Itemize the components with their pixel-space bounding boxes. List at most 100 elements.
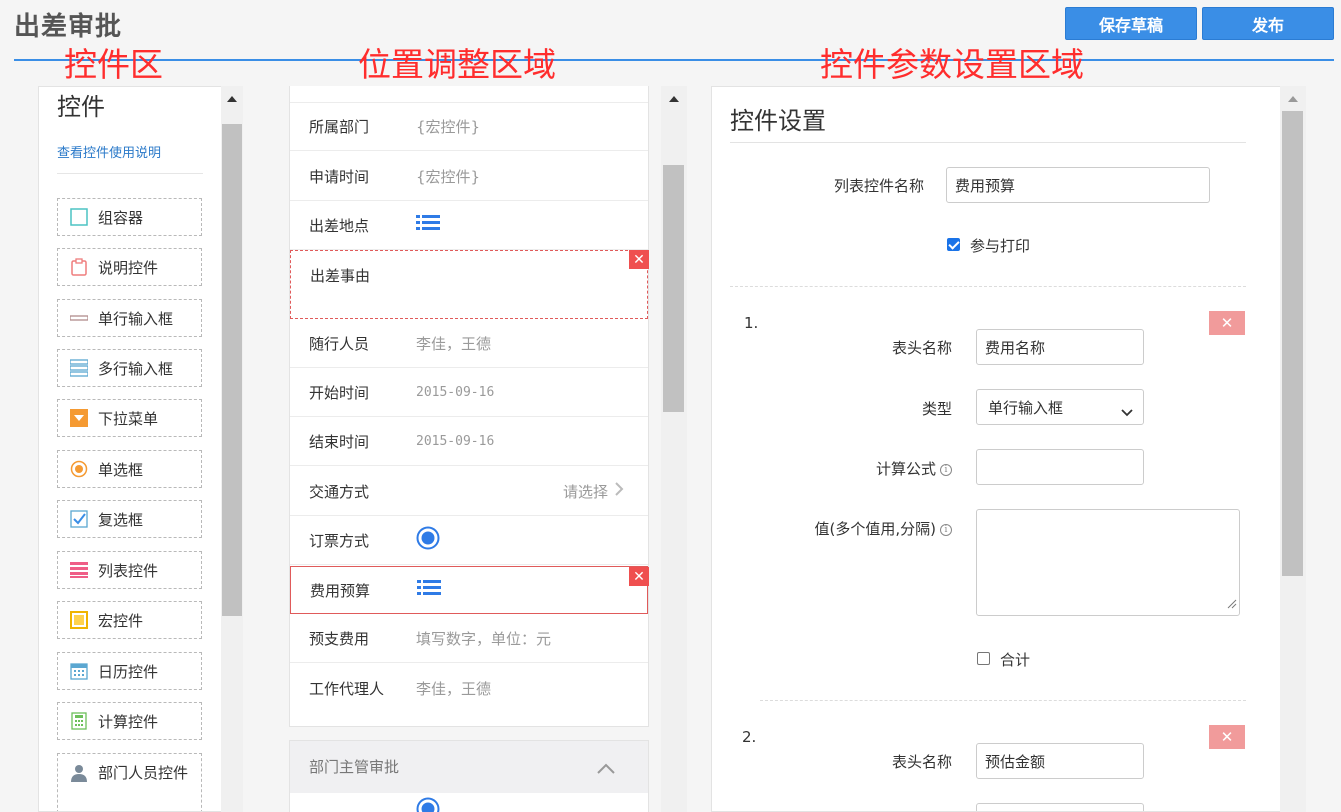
form-row-label: 结束时间 (309, 432, 370, 451)
type-select-value: 单行输入框 (988, 398, 1064, 417)
form-row-label: 出差事由 (310, 267, 371, 285)
form-row-booking[interactable]: 订票方式 (290, 516, 648, 565)
control-item-label: 复选框 (98, 510, 144, 529)
resize-handle-icon[interactable] (1227, 594, 1237, 613)
control-item-department-personnel[interactable]: 部门人员控件 (57, 753, 202, 811)
delete-budget-close-icon[interactable]: ✕ (629, 567, 649, 586)
person-icon (70, 764, 88, 782)
controls-scroll-thumb[interactable] (222, 124, 242, 616)
section-first-row (290, 793, 648, 812)
scroll-up-arrow-icon[interactable] (669, 96, 679, 102)
form-row-companions[interactable]: 随行人员 李佳，王德 (290, 319, 648, 368)
control-item-label: 单选框 (98, 460, 144, 479)
type-label: 类型 (921, 400, 952, 418)
control-item-label: 组容器 (98, 208, 144, 227)
form-row-budget[interactable]: 费用预算 (290, 566, 648, 614)
dropdown-icon (70, 409, 88, 427)
delete-column-close-icon[interactable]: ✕ (1209, 725, 1245, 749)
publish-button[interactable]: 发布 (1202, 7, 1334, 40)
column-separator (760, 700, 1246, 701)
control-item-radio[interactable]: 单选框 (57, 450, 202, 488)
form-row-advance[interactable]: 预支费用 填写数字，单位：元 (290, 614, 648, 663)
list-icon (417, 578, 441, 602)
form-row-label: 出差地点 (309, 216, 370, 235)
form-row-label: 订票方式 (309, 531, 370, 550)
scroll-up-arrow-icon[interactable] (227, 96, 237, 102)
form-row-label: 开始时间 (309, 383, 370, 402)
control-item-label: 宏控件 (98, 611, 144, 630)
radio-icon (416, 797, 440, 812)
list-name-input[interactable]: 费用预算 (946, 167, 1210, 203)
formula-input[interactable] (976, 449, 1144, 485)
save-draft-button[interactable]: 保存草稿 (1065, 7, 1197, 40)
form-layout-panel: 所属部门 {宏控件} 申请时间 {宏控件} 出差地点 出差事由 随行人员 李佳，… (270, 86, 687, 812)
control-item-list[interactable]: 列表控件 (57, 551, 202, 589)
control-item-multi-line-input[interactable]: 多行输入框 (57, 349, 202, 387)
control-item-calculator[interactable]: 计算控件 (57, 702, 202, 740)
calculator-icon (70, 712, 88, 730)
form-row-apply-time[interactable]: 申请时间 {宏控件} (290, 152, 648, 201)
region-label-position: 位置调整区域 (358, 45, 556, 84)
type-select[interactable]: 单行输入框 (976, 389, 1144, 425)
control-item-dropdown[interactable]: 下拉菜单 (57, 399, 202, 437)
chevron-up-icon[interactable] (596, 760, 616, 779)
form-row-value: {宏控件} (416, 118, 481, 136)
control-item-macro[interactable]: 宏控件 (57, 601, 202, 639)
header-name-label: 表头名称 (891, 339, 952, 357)
delete-reason-close-icon[interactable]: ✕ (629, 250, 649, 269)
calendar-icon (70, 662, 88, 680)
control-item-container[interactable]: 组容器 (57, 198, 202, 236)
settings-scroll-thumb[interactable] (1282, 111, 1303, 576)
form-row-start-time[interactable]: 开始时间 2015-09-16 (290, 368, 648, 417)
info-icon[interactable]: i (940, 523, 952, 536)
control-item-checkbox[interactable]: 复选框 (57, 500, 202, 538)
header-name-input[interactable]: 费用名称 (976, 329, 1144, 365)
chevron-down-icon (1121, 403, 1133, 421)
form-preview: 所属部门 {宏控件} 申请时间 {宏控件} 出差地点 出差事由 随行人员 李佳，… (289, 86, 649, 727)
macro-icon (70, 611, 88, 629)
sum-checkbox[interactable] (977, 652, 990, 665)
form-row-value: 2015-09-16 (416, 384, 495, 400)
control-item-label: 列表控件 (98, 561, 159, 580)
type-select[interactable] (976, 803, 1144, 811)
controls-divider (57, 173, 203, 174)
formula-label-text: 计算公式 (875, 460, 936, 478)
form-row-label: 交通方式 (309, 482, 370, 501)
multi-line-input-icon (70, 359, 88, 377)
formula-label: 计算公式 i (792, 458, 952, 479)
control-item-label: 多行输入框 (98, 359, 174, 378)
sum-label: 合计 (1000, 651, 1031, 669)
form-row-value: 李佳，王德 (416, 334, 492, 353)
info-icon[interactable]: i (940, 463, 952, 476)
form-row-label: 随行人员 (309, 334, 370, 353)
form-row-destination[interactable]: 出差地点 (290, 201, 648, 250)
form-row-reason[interactable]: 出差事由 (290, 250, 648, 319)
controls-help-link[interactable]: 查看控件使用说明 (57, 142, 161, 161)
clipboard-icon (70, 258, 88, 276)
control-item-description[interactable]: 说明控件 (57, 248, 202, 286)
header-divider (14, 59, 1334, 61)
control-item-label: 日历控件 (98, 662, 159, 681)
form-row-agent[interactable]: 工作代理人 李佳，王德 (290, 664, 648, 713)
values-textarea[interactable] (976, 509, 1240, 616)
control-item-single-line-input[interactable]: 单行输入框 (57, 299, 202, 337)
header-name-label: 表头名称 (891, 753, 952, 771)
single-line-input-icon (70, 309, 88, 327)
section-manager-approval[interactable]: 部门主管审批 (289, 740, 649, 812)
form-row-label: 所属部门 (309, 118, 370, 136)
print-checkbox[interactable] (947, 238, 960, 251)
form-row-transport[interactable]: 交通方式 请选择 (290, 467, 648, 516)
form-row-department[interactable]: 所属部门 {宏控件} (290, 102, 648, 151)
print-label: 参与打印 (970, 237, 1031, 255)
container-icon (70, 208, 88, 226)
form-row-end-time[interactable]: 结束时间 2015-09-16 (290, 417, 648, 466)
delete-column-close-icon[interactable]: ✕ (1209, 311, 1245, 335)
form-row-label: 申请时间 (309, 167, 370, 186)
list-name-label: 列表控件名称 (833, 177, 924, 195)
scroll-up-arrow-icon[interactable] (1288, 96, 1298, 102)
values-label-text: 值(多个值用,分隔) (814, 520, 936, 538)
control-item-calendar[interactable]: 日历控件 (57, 652, 202, 690)
header-name-input[interactable]: 预估金额 (976, 743, 1144, 779)
control-item-label: 部门人员控件 (98, 764, 189, 782)
form-scroll-thumb[interactable] (663, 165, 684, 412)
